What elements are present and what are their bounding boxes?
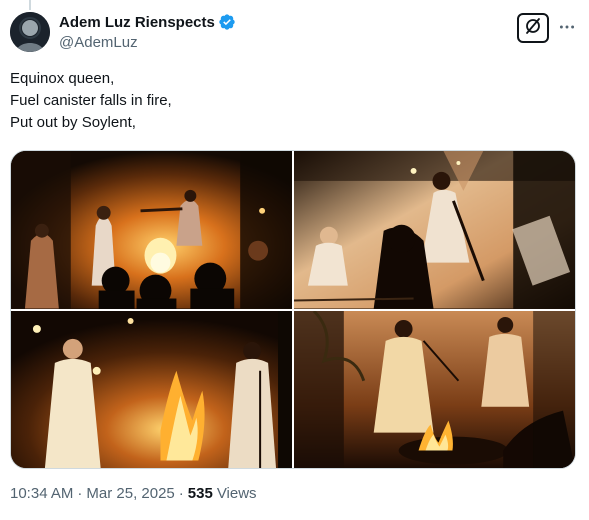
tweet-line: Equinox queen, (10, 70, 115, 87)
avatar[interactable] (10, 12, 50, 52)
photo-performers-around-fire[interactable] (11, 151, 292, 309)
tweet-date[interactable]: Mar 25, 2025 (86, 485, 174, 502)
display-name[interactable]: Adem Luz Rienspects (59, 14, 215, 31)
tweet-text: Equinox queen, Fuel canister falls in fi… (10, 68, 172, 134)
tweet-time[interactable]: 10:34 AM (10, 485, 73, 502)
grok-icon (523, 16, 543, 41)
meta-separator: · (178, 485, 184, 502)
photo-performers-at-fire-pit[interactable] (294, 310, 575, 468)
photo-woman-in-white-flames[interactable] (11, 310, 292, 468)
tweet: Adem Luz Rienspects @AdemLuz Equinox que… (0, 0, 589, 520)
meta-separator: · (77, 485, 83, 502)
views-count: 535 (187, 485, 213, 502)
tweet-line: Put out by Soylent, (10, 114, 136, 131)
media-grid (10, 150, 576, 469)
more-dots-icon (559, 17, 575, 35)
handle[interactable]: @AdemLuz (59, 34, 236, 51)
more-button[interactable] (556, 14, 578, 38)
grok-button[interactable] (517, 13, 549, 43)
name-row: Adem Luz Rienspects (59, 12, 236, 32)
tweet-line: Fuel canister falls in fire, (10, 92, 172, 109)
tweet-meta: 10:34 AM · Mar 25, 2025 · 535 Views (10, 485, 257, 502)
photo-singer-at-microphone[interactable] (294, 151, 575, 309)
thread-line (29, 0, 31, 10)
verified-badge-icon (218, 13, 236, 31)
views-label: Views (216, 485, 257, 502)
author-block: Adem Luz Rienspects @AdemLuz (59, 12, 236, 51)
